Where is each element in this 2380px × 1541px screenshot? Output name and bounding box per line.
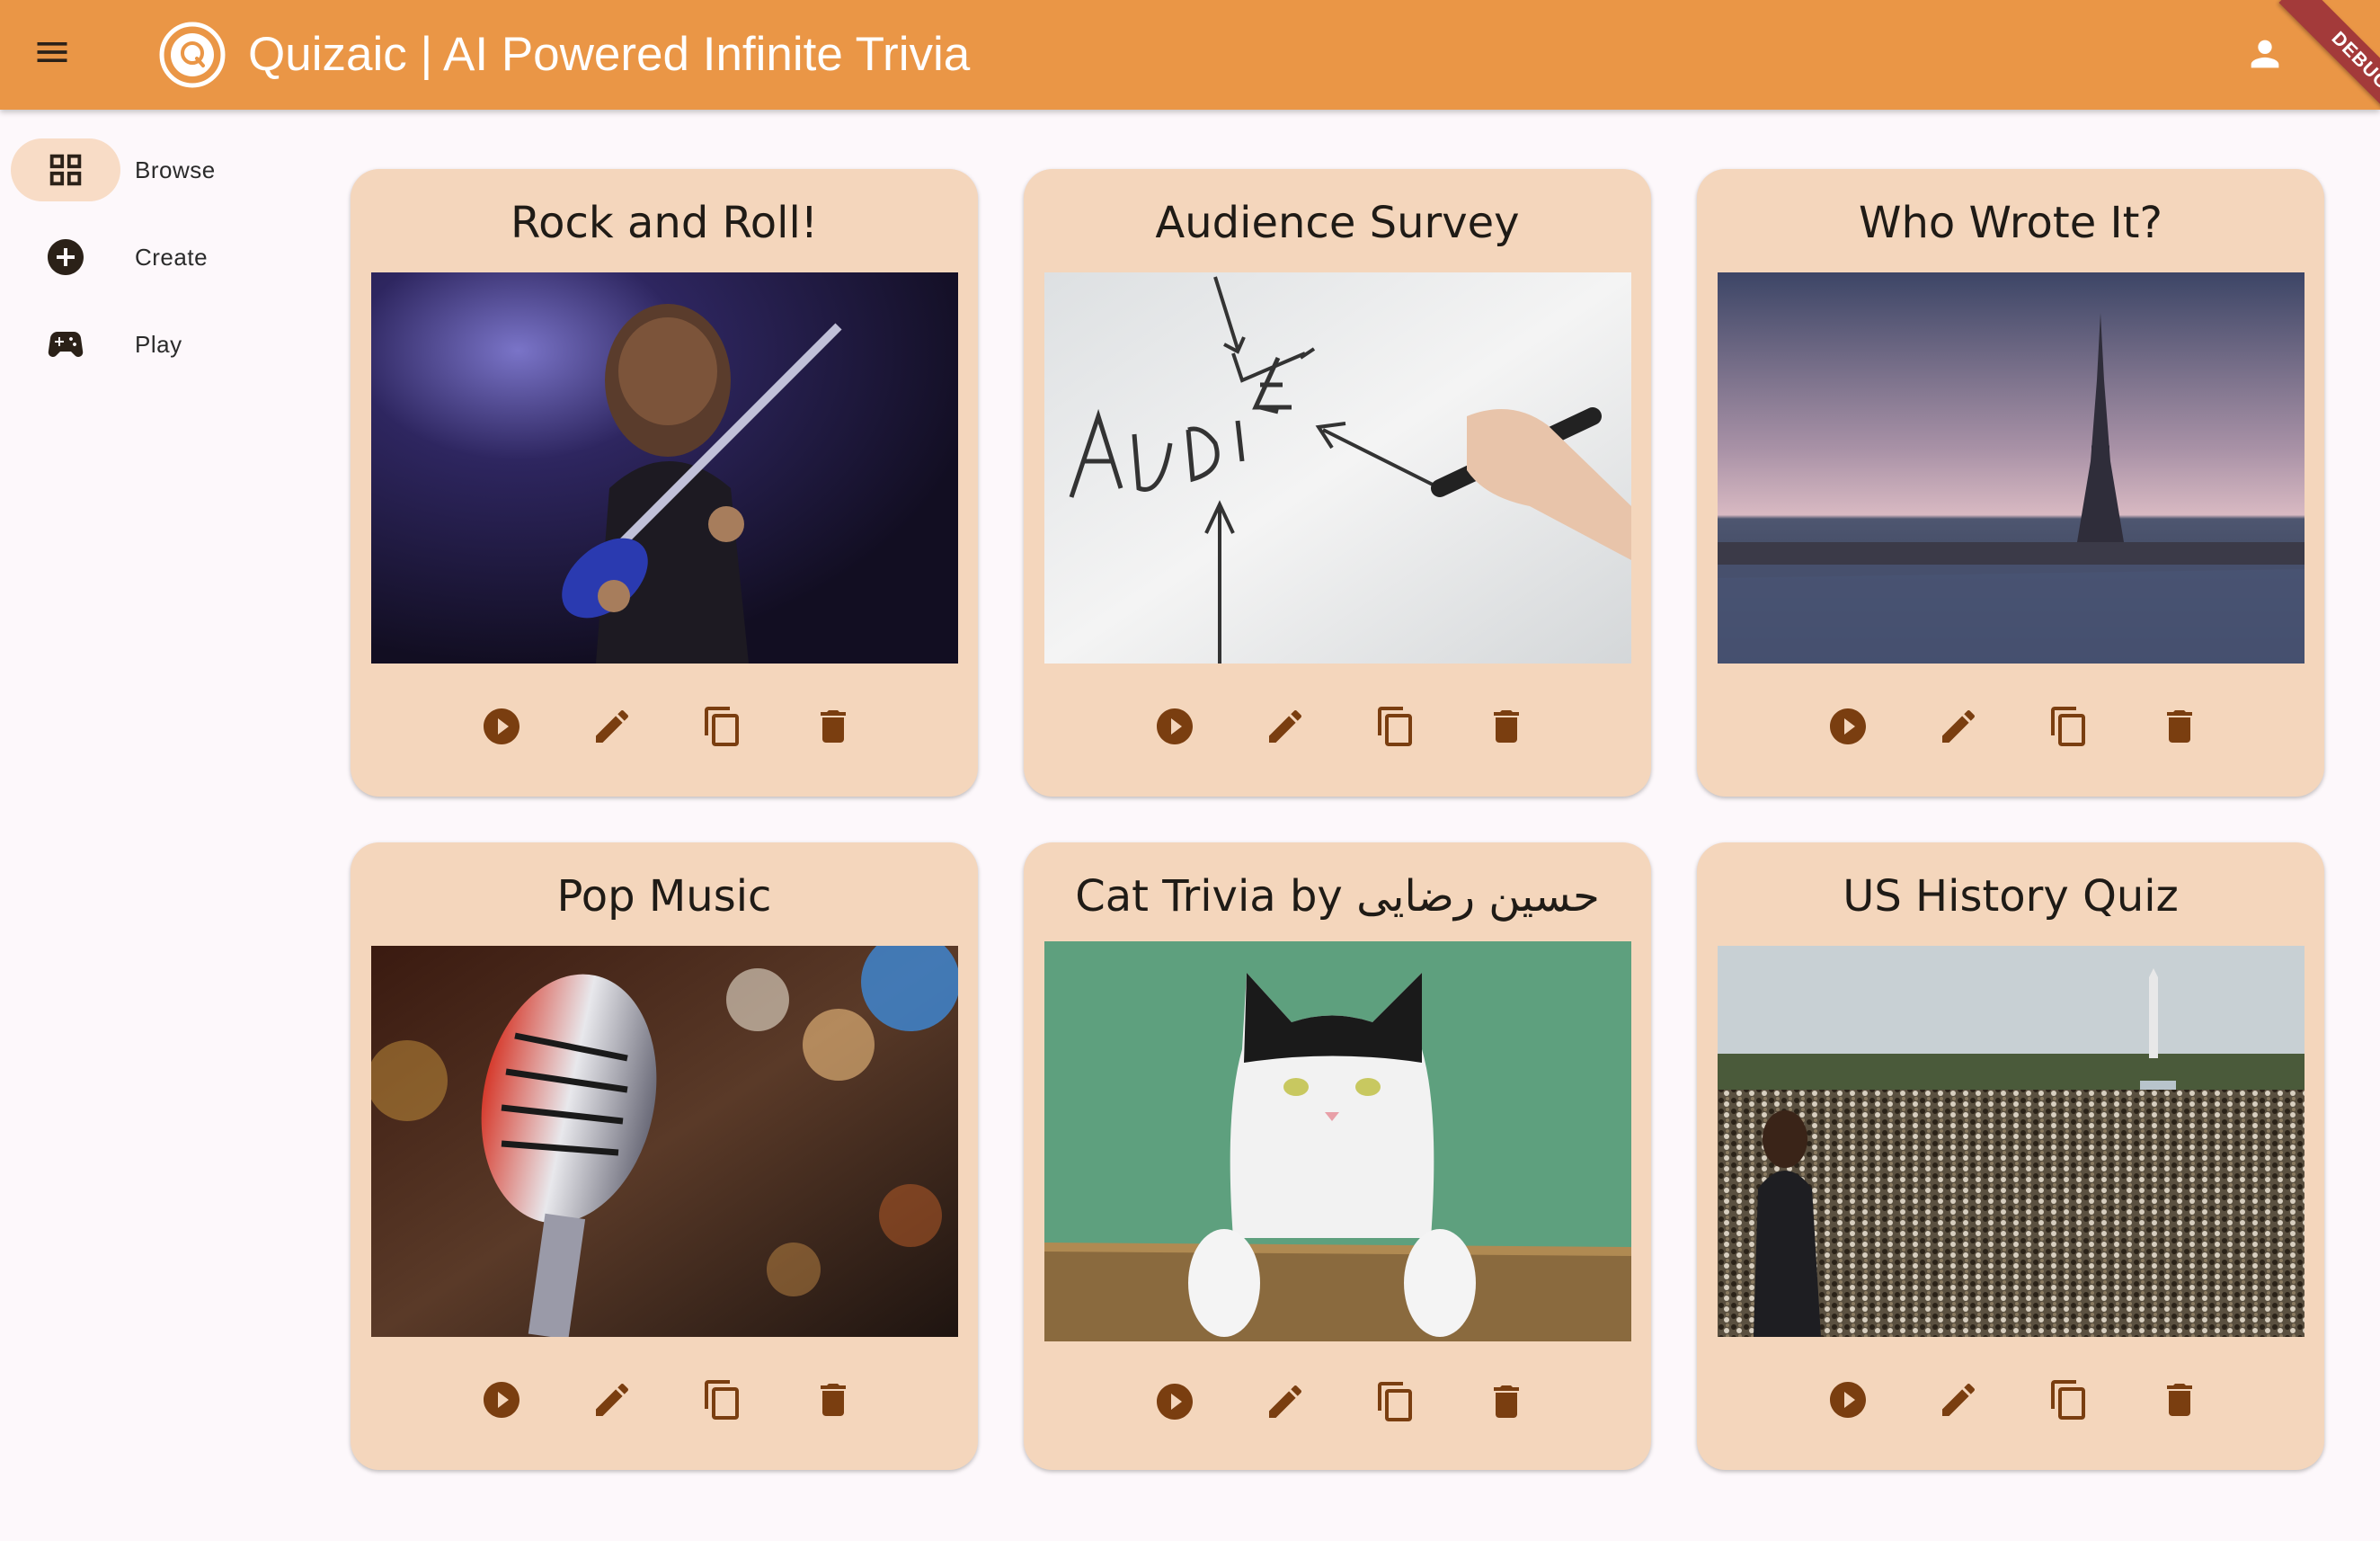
app-title: Quizaic | AI Powered Infinite Trivia <box>248 28 971 81</box>
quiz-card-who-wrote-it[interactable]: Who Wrote It? <box>1697 169 2324 797</box>
copy-icon <box>2051 1380 2085 1420</box>
copy-icon <box>1378 707 1412 746</box>
edit-quiz-button[interactable] <box>583 698 641 755</box>
edit-quiz-button[interactable] <box>1257 1373 1314 1430</box>
rail-item-create[interactable]: Create <box>11 226 316 289</box>
edit-icon <box>1269 709 1302 743</box>
card-image-guitarist <box>371 272 958 664</box>
card-title: Pop Music <box>556 871 772 922</box>
copy-quiz-button[interactable] <box>1367 698 1425 755</box>
play-quiz-button[interactable] <box>1819 698 1877 755</box>
edit-icon <box>1942 1383 1976 1416</box>
edit-icon <box>596 1383 629 1416</box>
quiz-card-cat-trivia[interactable]: Cat Trivia by حسین رضایی <box>1024 842 1651 1470</box>
play-icon <box>484 1382 520 1418</box>
card-title: Audience Survey <box>1155 198 1520 248</box>
account-button[interactable] <box>2236 25 2294 83</box>
rail-item-play[interactable]: Play <box>11 313 316 376</box>
copy-quiz-button[interactable] <box>2040 698 2098 755</box>
card-image-audience-whiteboard <box>1044 272 1631 664</box>
copy-icon <box>705 707 739 746</box>
play-icon <box>1830 708 1866 744</box>
delete-icon <box>2167 1384 2192 1416</box>
play-quiz-button[interactable] <box>473 698 530 755</box>
gamepad-icon <box>48 332 84 357</box>
copy-quiz-button[interactable] <box>2040 1371 2098 1429</box>
play-quiz-button[interactable] <box>473 1371 530 1429</box>
copy-quiz-button[interactable] <box>694 698 751 755</box>
play-quiz-button[interactable] <box>1146 698 1203 755</box>
delete-icon <box>821 1384 846 1416</box>
quiz-card-rock-and-roll[interactable]: Rock and Roll! <box>351 169 978 797</box>
card-title: Rock and Roll! <box>510 198 819 248</box>
copy-quiz-button[interactable] <box>694 1371 751 1429</box>
card-image-washington-crowd <box>1718 946 2305 1337</box>
rail-item-browse[interactable]: Browse <box>11 138 316 201</box>
navigation-rail: Browse Create Play <box>0 110 324 1541</box>
edit-quiz-button[interactable] <box>1257 698 1314 755</box>
hamburger-menu-icon <box>37 42 67 62</box>
quizaic-logo <box>159 22 226 88</box>
edit-icon <box>1942 709 1976 743</box>
edit-quiz-button[interactable] <box>1930 1371 1987 1429</box>
card-title: Who Wrote It? <box>1859 198 2162 248</box>
delete-quiz-button[interactable] <box>804 698 862 755</box>
play-icon <box>1157 708 1193 744</box>
edit-icon <box>1269 1385 1302 1418</box>
delete-quiz-button[interactable] <box>1478 1373 1535 1430</box>
play-quiz-button[interactable] <box>1146 1373 1203 1430</box>
play-icon <box>1830 1382 1866 1418</box>
rail-label-create: Create <box>135 244 209 271</box>
play-icon <box>1157 1384 1193 1420</box>
grid-view-icon <box>49 154 82 186</box>
card-image-microphone <box>371 946 958 1337</box>
quiz-card-us-history[interactable]: US History Quiz <box>1697 842 2324 1470</box>
delete-icon <box>821 710 846 743</box>
rail-label-browse: Browse <box>135 156 216 183</box>
delete-quiz-button[interactable] <box>1478 698 1535 755</box>
copy-icon <box>2051 707 2085 746</box>
copy-quiz-button[interactable] <box>1367 1373 1425 1430</box>
delete-icon <box>1494 710 1519 743</box>
delete-quiz-button[interactable] <box>804 1371 862 1429</box>
delete-icon <box>2167 710 2192 743</box>
edit-icon <box>596 709 629 743</box>
card-image-eiffel-tower <box>1718 272 2305 664</box>
app-bar: Quizaic | AI Powered Infinite Trivia DEB… <box>0 0 2380 110</box>
delete-quiz-button[interactable] <box>2151 698 2208 755</box>
person-icon <box>2251 40 2279 68</box>
delete-quiz-button[interactable] <box>2151 1371 2208 1429</box>
add-circle-icon <box>48 239 84 275</box>
card-title: Cat Trivia by حسین رضایی <box>1075 871 1600 922</box>
debug-banner: DEBUG <box>2278 0 2380 110</box>
copy-icon <box>1378 1382 1412 1421</box>
copy-icon <box>705 1380 739 1420</box>
card-image-cat <box>1044 941 1631 1341</box>
play-quiz-button[interactable] <box>1819 1371 1877 1429</box>
edit-quiz-button[interactable] <box>583 1371 641 1429</box>
delete-icon <box>1494 1385 1519 1418</box>
edit-quiz-button[interactable] <box>1930 698 1987 755</box>
play-icon <box>484 708 520 744</box>
card-title: US History Quiz <box>1843 871 2179 922</box>
menu-button[interactable] <box>23 23 81 81</box>
quiz-card-audience-survey[interactable]: Audience Survey <box>1024 169 1651 797</box>
rail-label-play: Play <box>135 331 182 358</box>
quiz-card-pop-music[interactable]: Pop Music <box>351 842 978 1470</box>
